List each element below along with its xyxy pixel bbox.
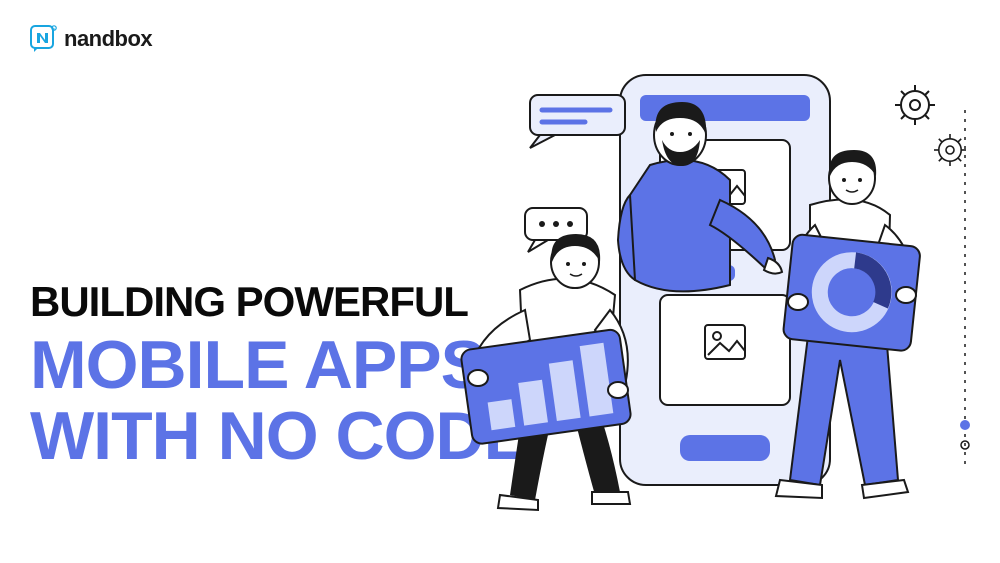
gear-icon (934, 134, 966, 166)
hero-illustration (370, 40, 990, 540)
person-left (460, 234, 632, 510)
logo-icon: R (30, 25, 58, 53)
chat-bubble-icon (530, 95, 625, 148)
brand-name: nandbox (64, 26, 152, 52)
gear-icon (895, 85, 935, 125)
brand-logo: R nandbox (30, 25, 152, 53)
